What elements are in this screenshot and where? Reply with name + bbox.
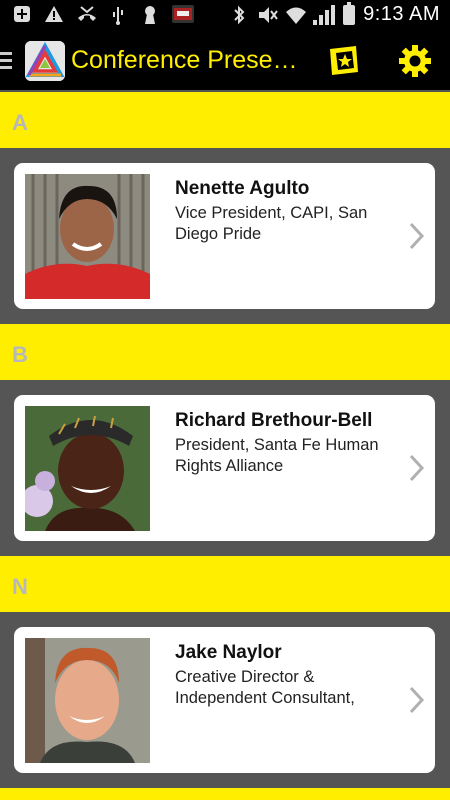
section-header-next <box>0 788 450 800</box>
add-icon <box>12 5 32 25</box>
menu-icon[interactable] <box>0 52 12 70</box>
chevron-right-icon <box>407 685 427 715</box>
status-time: 9:13 AM <box>363 3 440 25</box>
keyhole-icon <box>140 5 160 25</box>
presenter-name: Nenette Agulto <box>175 178 310 199</box>
mute-icon <box>257 5 278 25</box>
warning-icon <box>44 5 64 25</box>
presenter-card[interactable]: Richard Brethour-Bell President, Santa F… <box>14 395 435 541</box>
missed-call-icon <box>76 5 96 25</box>
ticket-icon[interactable] <box>326 44 362 78</box>
presenter-card[interactable]: Jake Naylor Creative Director & Independ… <box>14 627 435 773</box>
bluetooth-icon <box>229 5 249 25</box>
notification-icons <box>12 5 194 25</box>
section-letter: A <box>12 110 28 135</box>
wifi-icon <box>285 5 307 25</box>
section-header-a: A <box>0 92 450 148</box>
system-icons: 9:13 AM <box>229 1 440 26</box>
chevron-right-icon <box>407 221 427 251</box>
presenter-photo <box>25 638 150 763</box>
presenter-name: Richard Brethour-Bell <box>175 410 373 431</box>
app-bar: Conference Presen… <box>0 32 450 90</box>
settings-gear-icon[interactable] <box>398 44 432 78</box>
section-header-n: N <box>0 556 450 612</box>
status-bar: 9:13 AM <box>0 0 450 32</box>
presenter-photo <box>25 406 150 531</box>
usb-icon <box>108 5 128 25</box>
battery-icon <box>343 1 356 25</box>
presenter-photo <box>25 174 150 299</box>
app-notification-icon <box>172 5 194 25</box>
signal-icon <box>313 4 336 25</box>
presenter-card[interactable]: Nenette Agulto Vice President, CAPI, San… <box>14 163 435 309</box>
section-header-b: B <box>0 324 450 380</box>
section-letter: B <box>12 342 28 367</box>
app-logo[interactable] <box>25 41 65 81</box>
presenter-role: President, Santa Fe Human Rights Allianc… <box>175 436 379 475</box>
section-letter: N <box>12 574 28 599</box>
presenter-role: Creative Director & Independent Consulta… <box>175 668 355 707</box>
app-title: Conference Presen… <box>71 46 311 74</box>
presenter-name: Jake Naylor <box>175 642 282 663</box>
presenter-role: Vice President, CAPI, San Diego Pride <box>175 204 368 243</box>
chevron-right-icon <box>407 453 427 483</box>
